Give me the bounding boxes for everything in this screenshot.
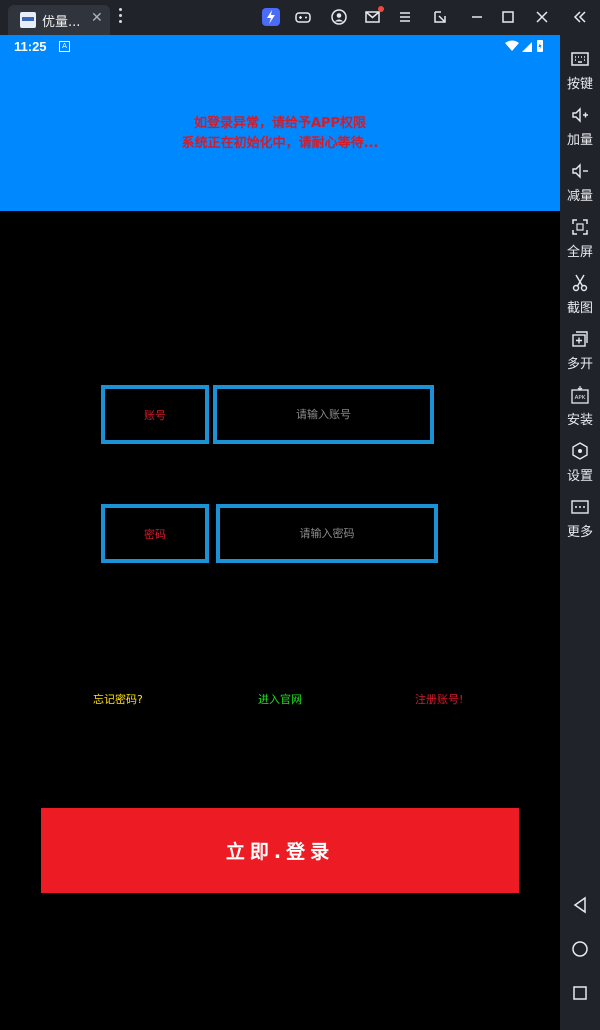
multi-instance-icon [572,331,588,347]
sidebar-label: 安装 [566,413,593,428]
password-label-box: 密码 [101,504,209,563]
emulator-sidebar: 按键 加量 减量 全屏 截图 多开 APK 安装 设置 更多 [560,35,600,1030]
sidebar-item-multi[interactable]: 多开 [560,329,600,381]
collapse-icon[interactable] [571,8,589,26]
password-label: 密码 [144,527,166,541]
sidebar-label: 加量 [566,133,593,148]
sidebar-item-screenshot[interactable]: 截图 [560,273,600,325]
maximize-icon[interactable] [499,8,517,26]
home-icon[interactable] [570,939,590,959]
scissors-icon [572,274,588,292]
sidebar-label: 设置 [566,469,593,484]
popout-icon[interactable] [431,8,449,26]
tab-title: 优量... [42,15,81,30]
signal-icon [522,42,532,52]
wifi-icon [505,40,519,51]
sidebar-item-volume-down[interactable]: 减量 [560,161,600,213]
notice-line-2: 系统正在初始化中，请耐心等待... [181,136,379,151]
sidebar-item-keys[interactable]: 按键 [560,49,600,101]
emulator-titlebar: 优量... ✕ [0,0,600,35]
sidebar-item-install[interactable]: APK 安装 [560,385,600,437]
back-icon[interactable] [570,895,590,915]
boost-icon[interactable] [262,8,280,26]
volume-up-icon [572,107,588,123]
init-notice: 如登录异常，请给予APP权限 系统正在初始化中，请耐心等待... [0,114,560,154]
sidebar-label: 全屏 [566,245,593,260]
sidebar-item-more[interactable]: 更多 [560,497,600,549]
notification-dot [378,6,384,12]
apk-icon: APK [571,386,589,404]
gamepad-icon[interactable] [294,8,312,26]
account-field[interactable] [213,385,434,444]
account-icon[interactable] [330,8,348,26]
more-icon [571,500,589,514]
password-input[interactable] [220,507,434,560]
sidebar-label: 更多 [566,525,593,540]
tab-menu-icon[interactable] [119,8,123,26]
close-icon[interactable] [533,8,551,26]
fullscreen-icon [572,219,588,235]
sidebar-item-fullscreen[interactable]: 全屏 [560,217,600,269]
register-account-link[interactable]: 注册账号! [415,691,463,707]
account-label: 账号 [144,408,166,422]
sidebar-label: 多开 [566,357,593,372]
minimize-icon[interactable] [468,8,486,26]
status-a-icon: A [59,41,70,52]
forgot-password-link[interactable]: 忘记密码? [93,691,143,707]
sidebar-item-volume-up[interactable]: 加量 [560,105,600,157]
recents-icon[interactable] [570,983,590,1003]
mail-icon[interactable] [364,6,384,26]
keyboard-icon [571,52,589,66]
svg-text:APK: APK [575,395,586,401]
status-time: 11:25 [14,39,47,54]
sidebar-label: 减量 [566,189,593,204]
status-icons [505,40,543,52]
menu-icon[interactable] [396,8,414,26]
app-header: 11:25 A 如登录异常，请给予APP权限 系统正在初始化中，请耐心等待... [0,35,560,211]
sidebar-label: 按键 [566,77,593,92]
account-input[interactable] [217,388,430,441]
account-label-box: 账号 [101,385,209,444]
volume-down-icon [572,163,588,179]
app-favicon-icon [20,12,36,28]
official-website-link[interactable]: 进入官网 [258,691,302,707]
tab-close-icon[interactable]: ✕ [91,10,103,26]
notice-line-1: 如登录异常，请给予APP权限 [193,116,367,131]
password-field[interactable] [216,504,438,563]
login-button[interactable]: 立即.登录 [41,808,519,893]
sidebar-item-settings[interactable]: 设置 [560,441,600,493]
sidebar-label: 截图 [566,301,593,316]
browser-tab[interactable]: 优量... ✕ [8,5,110,35]
settings-icon [572,442,588,460]
